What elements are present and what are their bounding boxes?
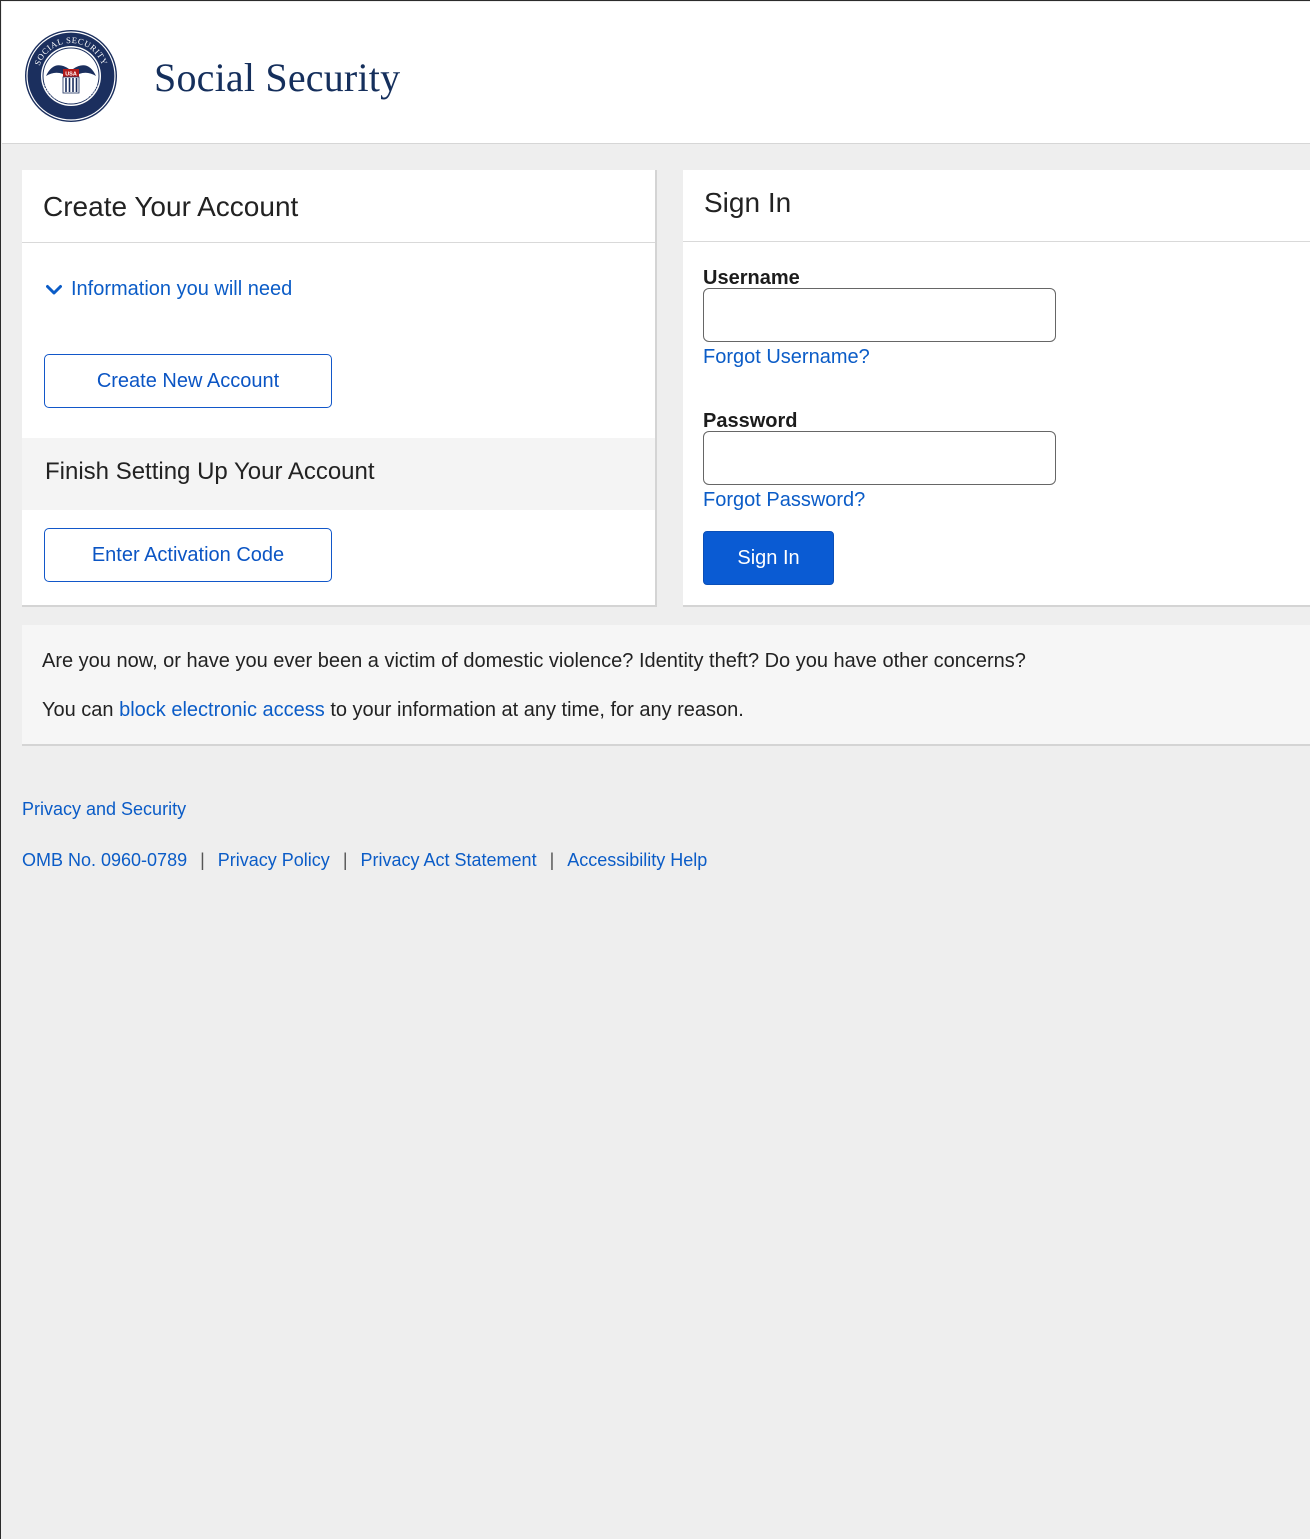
- enter-activation-code-button[interactable]: Enter Activation Code: [44, 528, 332, 582]
- privacy-policy-link[interactable]: Privacy Policy: [218, 850, 330, 871]
- username-input[interactable]: [703, 288, 1056, 342]
- password-input[interactable]: [703, 431, 1056, 485]
- footer-separator: |: [549, 850, 555, 870]
- ssa-seal-icon: SOCIAL SECURITY ADMINISTRATION USA: [25, 30, 117, 122]
- info-needed-toggle[interactable]: Information you will need: [46, 278, 292, 301]
- footer-links: OMB No. 0960-0789 | Privacy Policy | Pri…: [22, 850, 707, 871]
- chevron-down-icon: [46, 284, 62, 294]
- finish-setup-heading: Finish Setting Up Your Account: [45, 458, 375, 485]
- create-account-panel: Create Your Account Information you will…: [22, 170, 657, 607]
- notice-suffix: to your information at any time, for any…: [324, 699, 744, 721]
- notice-prefix: You can: [42, 699, 120, 721]
- finish-setup-section: Finish Setting Up Your Account: [22, 438, 655, 510]
- password-label: Password: [703, 410, 798, 432]
- site-header: SOCIAL SECURITY ADMINISTRATION USA Socia…: [2, 2, 1310, 144]
- privacy-act-statement-link[interactable]: Privacy Act Statement: [361, 850, 537, 871]
- block-electronic-access-link[interactable]: block electronic access: [119, 699, 325, 721]
- forgot-password-link[interactable]: Forgot Password?: [703, 489, 865, 512]
- notice-block-access: You can block electronic access to your …: [42, 699, 744, 722]
- info-needed-label: Information you will need: [71, 278, 293, 300]
- seal-badge-text: USA: [65, 72, 77, 78]
- notice-question: Are you now, or have you ever been a vic…: [42, 650, 1026, 672]
- privacy-security-link[interactable]: Privacy and Security: [22, 799, 186, 820]
- footer-separator: |: [342, 850, 348, 870]
- create-new-account-button[interactable]: Create New Account: [44, 354, 332, 408]
- create-account-title: Create Your Account: [43, 191, 299, 222]
- page-frame: SOCIAL SECURITY ADMINISTRATION USA Socia…: [0, 0, 1310, 1539]
- accessibility-help-link[interactable]: Accessibility Help: [567, 850, 707, 871]
- omb-number-link[interactable]: OMB No. 0960-0789: [22, 850, 187, 871]
- sign-in-header: Sign In: [683, 170, 1310, 242]
- domestic-violence-notice: Are you now, or have you ever been a vic…: [22, 625, 1310, 746]
- sign-in-title: Sign In: [704, 187, 792, 218]
- forgot-username-link[interactable]: Forgot Username?: [703, 346, 870, 369]
- sign-in-button[interactable]: Sign In: [703, 531, 834, 585]
- sign-in-panel: Sign In Username Forgot Username? Passwo…: [683, 170, 1310, 607]
- footer-separator: |: [200, 850, 205, 870]
- brand-title[interactable]: Social Security: [154, 54, 400, 101]
- create-account-header: Create Your Account: [22, 170, 655, 243]
- username-label: Username: [703, 267, 800, 289]
